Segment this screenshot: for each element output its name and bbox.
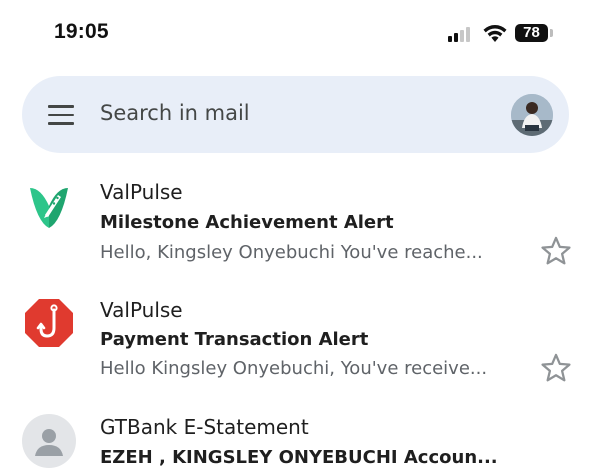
account-avatar[interactable] bbox=[511, 94, 553, 136]
star-icon[interactable] bbox=[539, 234, 573, 268]
star-icon[interactable] bbox=[539, 351, 573, 385]
hamburger-menu-icon[interactable] bbox=[48, 105, 74, 125]
search-input[interactable]: Search in mail bbox=[100, 101, 250, 125]
status-time: 19:05 bbox=[54, 20, 109, 43]
valpulse-logo-icon bbox=[24, 182, 74, 232]
profile-photo-icon bbox=[511, 94, 553, 136]
battery-indicator: 78 bbox=[515, 24, 548, 42]
email-sender: ValPulse bbox=[100, 180, 183, 204]
wifi-icon bbox=[483, 25, 507, 42]
email-row[interactable]: ValPulse Milestone Achievement Alert Hel… bbox=[0, 170, 592, 280]
battery-cap bbox=[550, 29, 553, 37]
status-bar: 19:05 78 bbox=[0, 0, 592, 66]
email-subject: Payment Transaction Alert bbox=[100, 329, 369, 350]
email-subject: EZEH , KINGSLEY ONYEBUCHI Accoun... bbox=[100, 447, 498, 468]
email-snippet: Hello Kingsley Onyebuchi, You've receive… bbox=[100, 358, 488, 379]
person-placeholder-icon bbox=[22, 414, 76, 468]
email-row[interactable]: ValPulse Payment Transaction Alert Hello… bbox=[0, 288, 592, 398]
email-subject: Milestone Achievement Alert bbox=[100, 212, 394, 233]
email-row[interactable]: GTBank E-Statement EZEH , KINGSLEY ONYEB… bbox=[0, 404, 592, 471]
fishhook-icon bbox=[24, 298, 74, 348]
email-sender: GTBank E-Statement bbox=[100, 415, 309, 439]
cellular-signal-icon bbox=[448, 26, 474, 42]
search-bar[interactable]: Search in mail bbox=[22, 76, 569, 153]
email-sender: ValPulse bbox=[100, 298, 183, 322]
email-snippet: Hello, Kingsley Onyebuchi You've reache.… bbox=[100, 242, 483, 263]
